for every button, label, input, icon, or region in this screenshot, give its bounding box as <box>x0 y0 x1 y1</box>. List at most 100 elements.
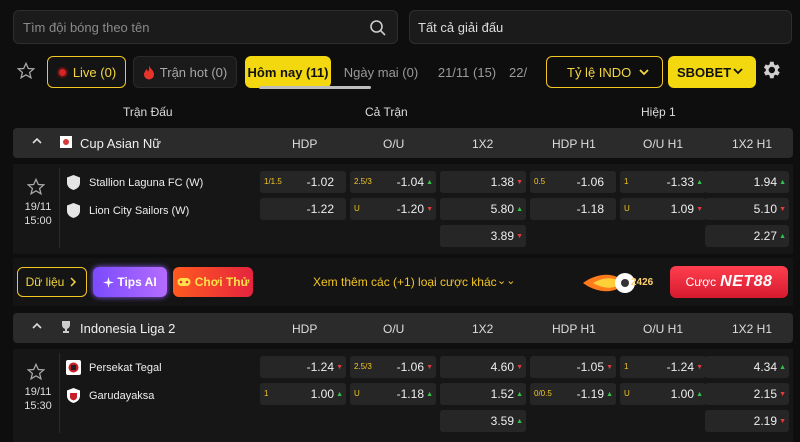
league-filter-select[interactable]: Tất cả giải đấu <box>409 10 792 44</box>
data-button[interactable]: Dữ liệu <box>17 267 87 297</box>
arrow-down-icon: ▼ <box>779 391 786 398</box>
odds-1x2-h1-draw[interactable]: 2.19 ▼ <box>705 410 789 432</box>
arrow-down-icon: ▼ <box>516 364 523 371</box>
odds-ou-h1-under[interactable]: U 1.00 ▲ <box>620 383 706 405</box>
odds-hdp-h1-home[interactable]: -1.05 ▼ <box>530 356 616 378</box>
odds-hdp-away[interactable]: -1.22 <box>260 198 346 220</box>
odds-1x2-away[interactable]: 5.80 ▲ <box>440 198 526 220</box>
league-header[interactable]: Indonesia Liga 2 HDP O/U 1X2 HDP H1 O/U … <box>13 313 793 343</box>
chevron-down-icon <box>639 69 649 76</box>
odds-value: 3.59 <box>490 414 514 428</box>
bet-label: Cược <box>685 275 717 289</box>
hdr-hdp-h1: HDP H1 <box>552 137 596 151</box>
odds-1x2-home[interactable]: 1.38 ▼ <box>440 171 526 193</box>
odds-1x2-home[interactable]: 4.60 ▼ <box>440 356 526 378</box>
match-date: 19/11 <box>24 201 52 213</box>
live-dot-icon <box>56 66 68 78</box>
odds-hdp-h1-home[interactable]: 0.5 -1.06 <box>530 171 616 193</box>
star-icon[interactable] <box>27 363 45 381</box>
arrow-down-icon: ▼ <box>516 233 523 240</box>
odds-value: -1.24 <box>306 360 334 374</box>
odds-value: -1.04 <box>396 175 424 189</box>
odds-1x2-draw[interactable]: 3.89 ▼ <box>440 225 526 247</box>
favorites-star-icon[interactable] <box>17 62 35 80</box>
tab-today[interactable]: Hôm nay (11) <box>245 56 331 88</box>
odds-ou-under[interactable]: U -1.20 ▼ <box>350 198 436 220</box>
gear-icon[interactable] <box>760 59 782 81</box>
arrow-down-icon: ▼ <box>696 364 703 371</box>
bet-net88-button[interactable]: Cược NET88 <box>670 266 788 298</box>
star-icon[interactable] <box>27 178 45 196</box>
hdp-line: 1 <box>264 389 269 398</box>
try-play-button[interactable]: Chơi Thử <box>173 267 253 297</box>
double-chevron-down-icon[interactable]: ⌄⌄ <box>497 274 515 287</box>
arrow-up-icon: ▲ <box>779 233 786 240</box>
away-team-name: Lion City Sailors (W) <box>89 204 190 217</box>
odds-1x2-h1-away[interactable]: 5.10 ▼ <box>705 198 789 220</box>
odds-1x2-away[interactable]: 1.52 ▲ <box>440 383 526 405</box>
search-input[interactable] <box>14 11 354 43</box>
tab-hot-label: Trận hot (0) <box>159 64 228 80</box>
hdp-line: 0/0.5 <box>534 389 552 398</box>
odds-ou-under[interactable]: U -1.18 ▲ <box>350 383 436 405</box>
league-header[interactable]: Cup Asian Nữ HDP O/U 1X2 HDP H1 O/U H1 1… <box>13 128 793 158</box>
odds-value: 5.10 <box>753 202 777 216</box>
odds-value: 1.00 <box>310 387 334 401</box>
odds-ou-h1-under[interactable]: U 1.09 ▼ <box>620 198 706 220</box>
odds-value: 2.19 <box>753 414 777 428</box>
sparkle-icon <box>103 276 115 288</box>
odds-ou-h1-over[interactable]: 1 -1.33 ▲ <box>620 171 706 193</box>
odds-value: -1.18 <box>576 202 604 216</box>
odds-ou-h1-over[interactable]: 1 -1.24 ▼ <box>620 356 706 378</box>
team-crest-icon <box>67 175 80 190</box>
arrow-up-icon: ▲ <box>606 391 613 398</box>
tab-live[interactable]: Live (0) <box>47 56 126 88</box>
more-bets-link[interactable]: Xem thêm các (+1) loại cược khác <box>313 275 497 289</box>
hdr-1x2-h1: 1X2 H1 <box>732 137 773 151</box>
brand-name: NET88 <box>720 273 773 290</box>
arrow-up-icon: ▲ <box>516 391 523 398</box>
odds-value: -1.06 <box>396 360 424 374</box>
tips-ai-button[interactable]: Tips AI <box>93 267 167 297</box>
tabs-scrollbar[interactable] <box>259 86 371 89</box>
odds-hdp-h1-away[interactable]: 0/0.5 -1.19 ▲ <box>530 383 616 405</box>
col-first-half: Hiệp 1 <box>641 105 676 119</box>
odds-ou-over[interactable]: 2.5/3 -1.06 ▼ <box>350 356 436 378</box>
odds-hdp-away[interactable]: 1 1.00 ▲ <box>260 383 346 405</box>
search-icon[interactable] <box>369 19 387 37</box>
team-crest-icon <box>67 203 80 218</box>
odds-hdp-h1-away[interactable]: -1.18 <box>530 198 616 220</box>
odds-ou-over[interactable]: 2.5/3 -1.04 ▲ <box>350 171 436 193</box>
home-team: Stallion Laguna FC (W) <box>65 174 203 191</box>
ou-line: 1 <box>624 362 629 371</box>
odds-hdp-home[interactable]: -1.24 ▼ <box>260 356 346 378</box>
hdr-ou-h1: O/U H1 <box>643 322 684 336</box>
match-datetime: 19/11 15:00 <box>23 200 53 228</box>
hdp-line: 0.5 <box>534 177 546 186</box>
odds-1x2-h1-draw[interactable]: 2.27 ▲ <box>705 225 789 247</box>
collapse-caret-icon[interactable] <box>31 136 43 146</box>
tab-22-11-label: 22/ <box>509 64 528 80</box>
odds-1x2-h1-home[interactable]: 4.34 ▲ <box>705 356 789 378</box>
tab-hot[interactable]: Trận hot (0) <box>133 56 237 88</box>
search-box[interactable] <box>13 10 398 44</box>
odds-type-label: Tỷ lệ INDO <box>567 64 632 80</box>
odds-1x2-draw[interactable]: 3.59 ▲ <box>440 410 526 432</box>
tab-21-11[interactable]: 21/11 (15) <box>433 56 501 88</box>
odds-type-dropdown[interactable]: Tỷ lệ INDO <box>546 56 663 88</box>
try-play-label: Chơi Thử <box>194 275 250 289</box>
home-team-name: Persekat Tegal <box>89 361 162 374</box>
collapse-caret-icon[interactable] <box>31 321 43 331</box>
arrow-down-icon: ▼ <box>516 179 523 186</box>
tab-tomorrow[interactable]: Ngày mai (0) <box>341 56 421 88</box>
odds-1x2-h1-home[interactable]: 1.94 ▲ <box>705 171 789 193</box>
bookmaker-dropdown[interactable]: SBOBET <box>668 56 756 88</box>
odds-value: 4.60 <box>490 360 514 374</box>
odds-value: 1.52 <box>490 387 514 401</box>
odds-1x2-h1-away[interactable]: 2.15 ▼ <box>705 383 789 405</box>
team-crest-icon <box>66 360 81 375</box>
odds-hdp-home[interactable]: 1/1.5 -1.02 <box>260 171 346 193</box>
arrow-up-icon: ▲ <box>779 364 786 371</box>
promo-banner[interactable]: 2426 <box>581 268 673 298</box>
tab-22-11[interactable]: 22/ <box>509 56 535 88</box>
